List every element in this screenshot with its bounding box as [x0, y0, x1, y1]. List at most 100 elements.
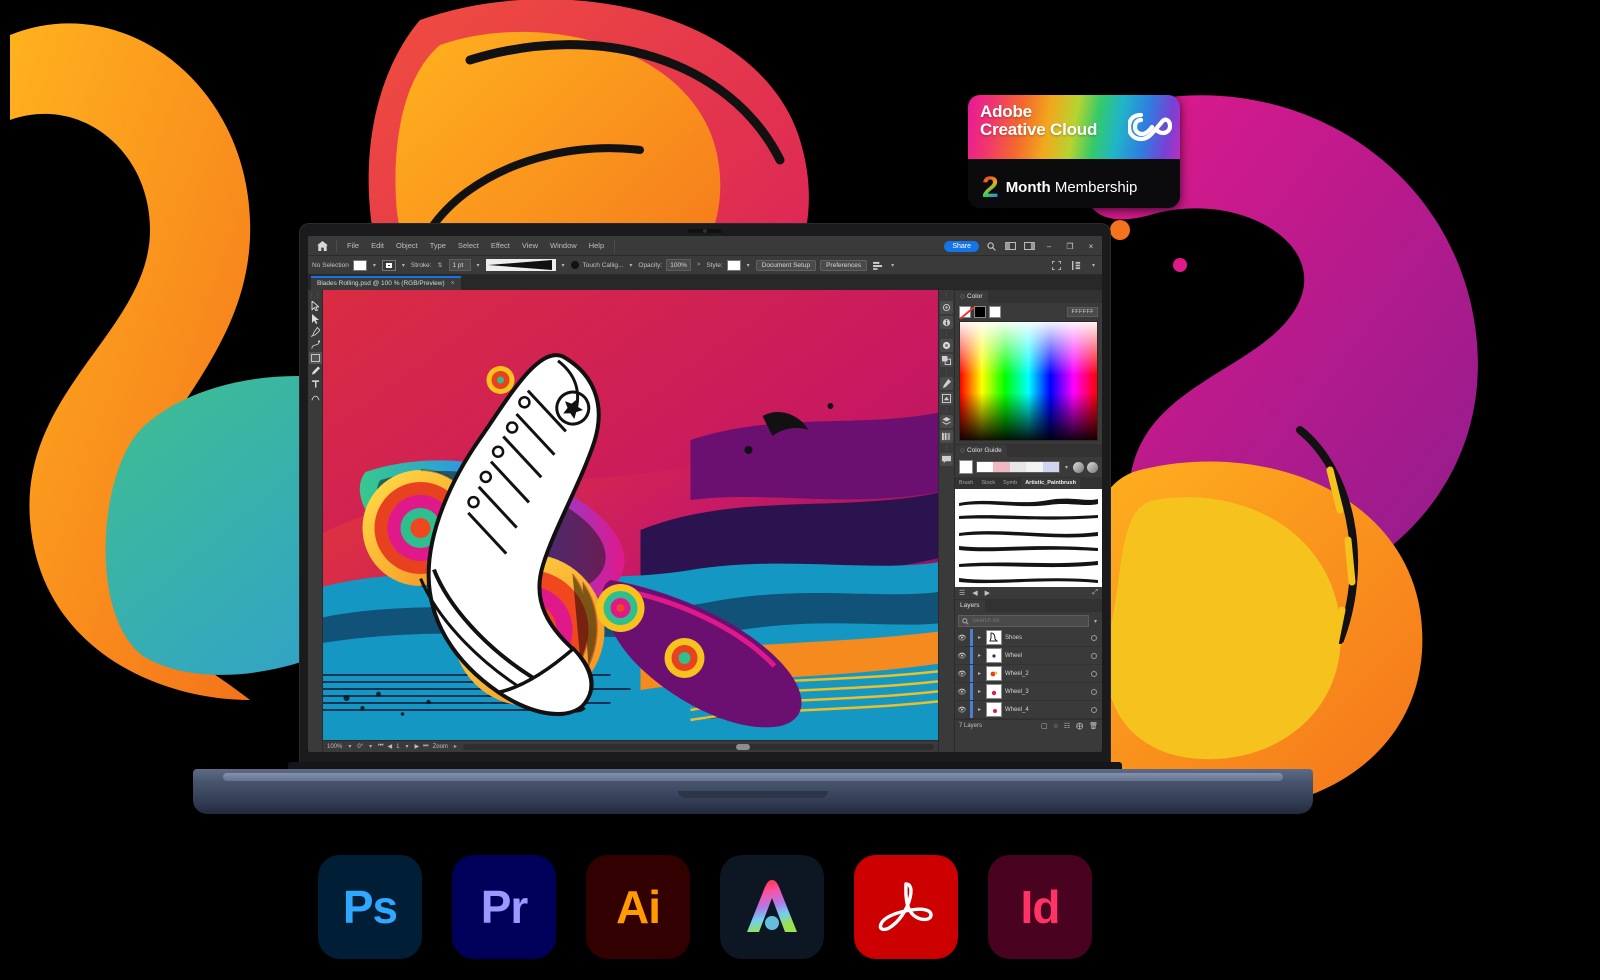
horizontal-scrollbar[interactable]	[462, 743, 934, 750]
library-prev-icon[interactable]: ◀	[972, 589, 977, 597]
table-row[interactable]: 👁 ▸ Wheel_3	[955, 683, 1102, 701]
make-mask-icon[interactable]: ○	[1054, 723, 1058, 730]
menu-file[interactable]: File	[341, 236, 365, 256]
workspace-switcher-icon[interactable]	[1022, 239, 1036, 253]
layer-name[interactable]: Wheel_4	[1005, 707, 1088, 713]
brush-stroke-5[interactable]	[957, 555, 1100, 568]
curvature-tool[interactable]	[309, 339, 322, 351]
scrollbar-thumb[interactable]	[736, 743, 751, 750]
brush-stroke-1[interactable]	[957, 494, 1100, 507]
locate-object-icon[interactable]: ▢	[1041, 722, 1048, 730]
brush-stroke-2[interactable]	[957, 509, 1100, 521]
artboard-prev-icon[interactable]: ◀	[388, 743, 393, 750]
tab-artistic-paintbrush[interactable]: Artistic_Paintbrush	[1021, 478, 1080, 489]
close-button[interactable]: ×	[1083, 242, 1099, 251]
menu-select[interactable]: Select	[452, 236, 485, 256]
comment-icon[interactable]	[940, 453, 953, 466]
indesign-app-icon[interactable]: Id	[988, 855, 1092, 959]
color-wheel-icon[interactable]	[940, 339, 953, 352]
table-row[interactable]: 👁 ▸ Shoes	[955, 629, 1102, 647]
table-row[interactable]: 👁 ▸ Wheel_4	[955, 701, 1102, 719]
menu-object[interactable]: Object	[390, 236, 424, 256]
brush-preview-list[interactable]	[955, 489, 1102, 587]
fill-swatch[interactable]	[352, 259, 367, 271]
layer-target-icon[interactable]	[1091, 634, 1097, 641]
layer-target-icon[interactable]	[1091, 670, 1097, 677]
panel-flyout-icon[interactable]	[1070, 258, 1084, 272]
layer-visibility-icon[interactable]: 👁	[957, 652, 967, 660]
swatches-icon[interactable]	[940, 354, 953, 367]
tab-color-guide[interactable]: ◇ Color Guide	[955, 445, 1007, 457]
artboard-last-icon[interactable]: ⏭	[423, 743, 428, 750]
arrange-grid-icon[interactable]	[1050, 258, 1064, 272]
delete-layer-icon[interactable]: 🗑	[1089, 722, 1098, 730]
menu-view[interactable]: View	[516, 236, 544, 256]
layer-visibility-icon[interactable]: 👁	[957, 706, 967, 714]
canvas[interactable]: 100% ▾ 0° ▾ ⏮ ◀ 1 ▾ ▶ ⏭ Zoom ▸	[323, 290, 938, 752]
white-swatch[interactable]	[989, 306, 1001, 318]
document-tab-close-icon[interactable]: ×	[451, 277, 455, 291]
align-caret-icon[interactable]: ▾	[889, 262, 896, 269]
tab-color[interactable]: ◇ Color	[955, 291, 988, 303]
library-expand-icon[interactable]: ⤢	[1092, 589, 1098, 597]
document-setup-button[interactable]: Document Setup	[755, 259, 817, 271]
rotation-caret-icon[interactable]: ▾	[367, 743, 374, 750]
layer-target-icon[interactable]	[1091, 688, 1097, 695]
artboard-caret-icon[interactable]: ▾	[404, 743, 411, 750]
layer-disclosure-icon[interactable]: ▸	[976, 670, 983, 677]
harmony-rules-icon[interactable]	[1073, 461, 1084, 473]
new-sublayer-icon[interactable]: ☷	[1064, 722, 1070, 730]
layer-name[interactable]: Wheel_2	[1005, 671, 1088, 677]
layers-search-box[interactable]	[958, 615, 1089, 627]
document-tab[interactable]: Blades Rolling.psd @ 100 % (RGB/Preview)…	[311, 276, 461, 290]
layer-disclosure-icon[interactable]: ▸	[976, 706, 983, 713]
layers-rail-icon[interactable]	[940, 415, 953, 428]
share-button[interactable]: Share	[944, 240, 979, 252]
libraries-icon[interactable]	[940, 430, 953, 443]
properties-icon[interactable]	[940, 301, 953, 314]
artboard-next-icon[interactable]: ▶	[415, 743, 420, 750]
layer-disclosure-icon[interactable]: ▸	[976, 634, 983, 641]
tab-layers[interactable]: Layers	[955, 600, 985, 612]
none-swatch[interactable]	[959, 306, 971, 318]
opacity-flyout-icon[interactable]: >	[695, 262, 703, 268]
color-guide-base-swatch[interactable]	[959, 460, 973, 474]
stroke-swatch[interactable]	[381, 259, 396, 271]
stroke-caret-icon[interactable]: ▾	[400, 262, 407, 269]
rotation-value[interactable]: 0°	[357, 744, 363, 750]
status-flyout-icon[interactable]: ▸	[452, 743, 459, 750]
layer-disclosure-icon[interactable]: ▸	[976, 688, 983, 695]
layer-visibility-icon[interactable]: 👁	[957, 688, 967, 696]
opacity-input[interactable]: 100%	[666, 259, 691, 271]
table-row[interactable]: 👁 ▸ Wheel	[955, 647, 1102, 665]
tools-grip[interactable]: ⋮⋮	[309, 293, 321, 299]
layer-visibility-icon[interactable]: 👁	[957, 634, 967, 642]
black-swatch[interactable]	[974, 306, 986, 318]
dock-grip[interactable]: ⋮	[944, 293, 949, 299]
brushes-icon[interactable]	[940, 377, 953, 390]
acrobat-app-icon[interactable]	[854, 855, 958, 959]
direct-selection-tool[interactable]	[309, 313, 322, 325]
home-icon[interactable]	[312, 238, 332, 254]
tab-stock[interactable]: Stock	[977, 478, 999, 489]
layer-name[interactable]: Shoes	[1005, 635, 1088, 641]
premiere-pro-app-icon[interactable]: Pr	[452, 855, 556, 959]
shaper-tool[interactable]	[309, 391, 322, 403]
arrange-documents-icon[interactable]	[1003, 239, 1017, 253]
layer-name[interactable]: Wheel_3	[1005, 689, 1088, 695]
style-caret-icon[interactable]: ▾	[745, 262, 752, 269]
library-next-icon[interactable]: ▶	[985, 589, 990, 597]
maximize-button[interactable]: ❐	[1062, 242, 1078, 251]
type-tool[interactable]	[309, 378, 322, 390]
graphic-style-swatch[interactable]	[726, 259, 741, 271]
align-options-icon[interactable]	[871, 258, 885, 272]
selection-tool[interactable]	[309, 300, 322, 312]
table-row[interactable]: 👁 ▸ Wheel_2	[955, 665, 1102, 683]
rectangle-tool[interactable]	[308, 352, 322, 364]
harmony-caret-icon[interactable]: ▾	[1063, 464, 1070, 471]
photoshop-app-icon[interactable]: Ps	[318, 855, 422, 959]
brush-caret-icon[interactable]: ▾	[627, 262, 634, 269]
menu-window[interactable]: Window	[544, 236, 583, 256]
preferences-button[interactable]: Preferences	[820, 259, 868, 271]
library-menu-icon[interactable]: ☰	[959, 589, 965, 597]
